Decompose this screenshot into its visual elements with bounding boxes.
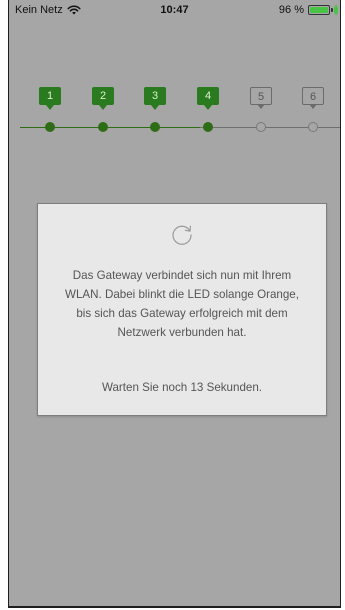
status-bar: Kein Netz 10:47 96 % (9, 0, 340, 20)
step-6-dot (308, 122, 318, 132)
progress-line-remaining (200, 127, 340, 128)
step-2-dot (98, 122, 108, 132)
step-1: 1 (38, 87, 62, 132)
step-4-badge: 4 (197, 87, 219, 110)
battery-icon (308, 5, 333, 15)
step-3: 3 (143, 87, 167, 132)
connecting-dialog: Das Gateway verbindet sich nun mit Ihrem… (37, 203, 327, 416)
battery-charge-icon (334, 5, 338, 15)
step-6: 6 (301, 87, 325, 132)
step-4: 4 (196, 87, 220, 132)
battery-percent: 96 % (278, 4, 304, 16)
step-1-dot (45, 122, 55, 132)
dialog-message: Das Gateway verbindet sich nun mit Ihrem… (65, 269, 299, 339)
step-2: 2 (91, 87, 115, 132)
step-5: 5 (249, 87, 273, 132)
step-6-badge: 6 (302, 87, 324, 109)
step-5-dot (256, 122, 266, 132)
refresh-icon (172, 225, 192, 245)
countdown-text: Warten Sie noch 13 Sekunden. (101, 381, 263, 394)
battery-indicator: 96 % (279, 4, 338, 16)
step-4-dot (203, 122, 213, 132)
setup-stepper: 1 2 3 4 5 6 (9, 80, 340, 140)
step-3-badge: 3 (144, 87, 166, 110)
step-1-badge: 1 (39, 87, 61, 110)
step-5-badge: 5 (250, 87, 272, 109)
app-screen: Kein Netz 10:47 96 % 1 2 3 4 5 6 Das Gat… (8, 0, 341, 608)
step-3-dot (150, 122, 160, 132)
step-2-badge: 2 (92, 87, 114, 110)
